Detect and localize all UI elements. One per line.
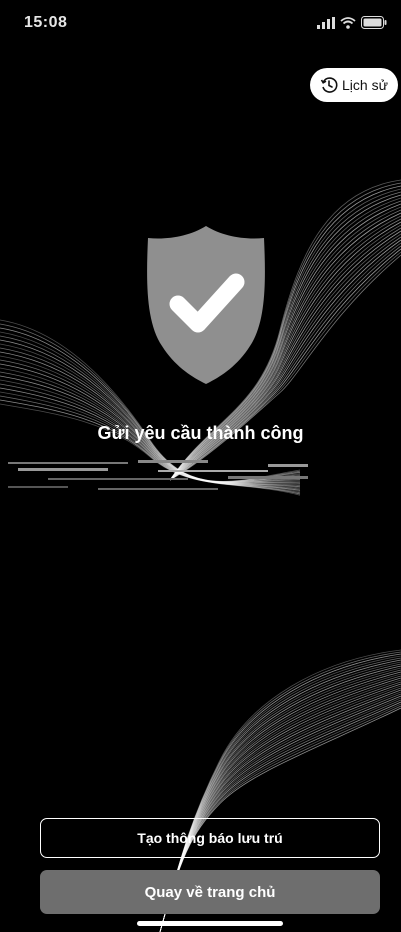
home-indicator — [137, 921, 283, 926]
history-clock-icon — [320, 77, 338, 93]
success-title: Gửi yêu cầu thành công — [97, 423, 304, 443]
create-notice-button[interactable]: Tạo thông báo lưu trú — [40, 818, 380, 858]
status-time: 15:08 — [24, 14, 68, 31]
history-button[interactable]: Lịch sử — [310, 68, 398, 102]
battery-icon — [361, 16, 387, 29]
go-home-button[interactable]: Quay về trang chủ — [40, 870, 380, 914]
status-icons — [317, 16, 387, 29]
glitch-artifact — [8, 460, 308, 490]
signal-icon — [317, 16, 335, 29]
shield-check-icon — [147, 226, 265, 384]
history-label: Lịch sử — [342, 77, 388, 93]
wifi-icon — [340, 16, 356, 29]
go-home-label: Quay về trang chủ — [144, 883, 276, 901]
create-notice-label: Tạo thông báo lưu trú — [137, 830, 283, 846]
status-bar: 15:08 — [0, 0, 401, 44]
